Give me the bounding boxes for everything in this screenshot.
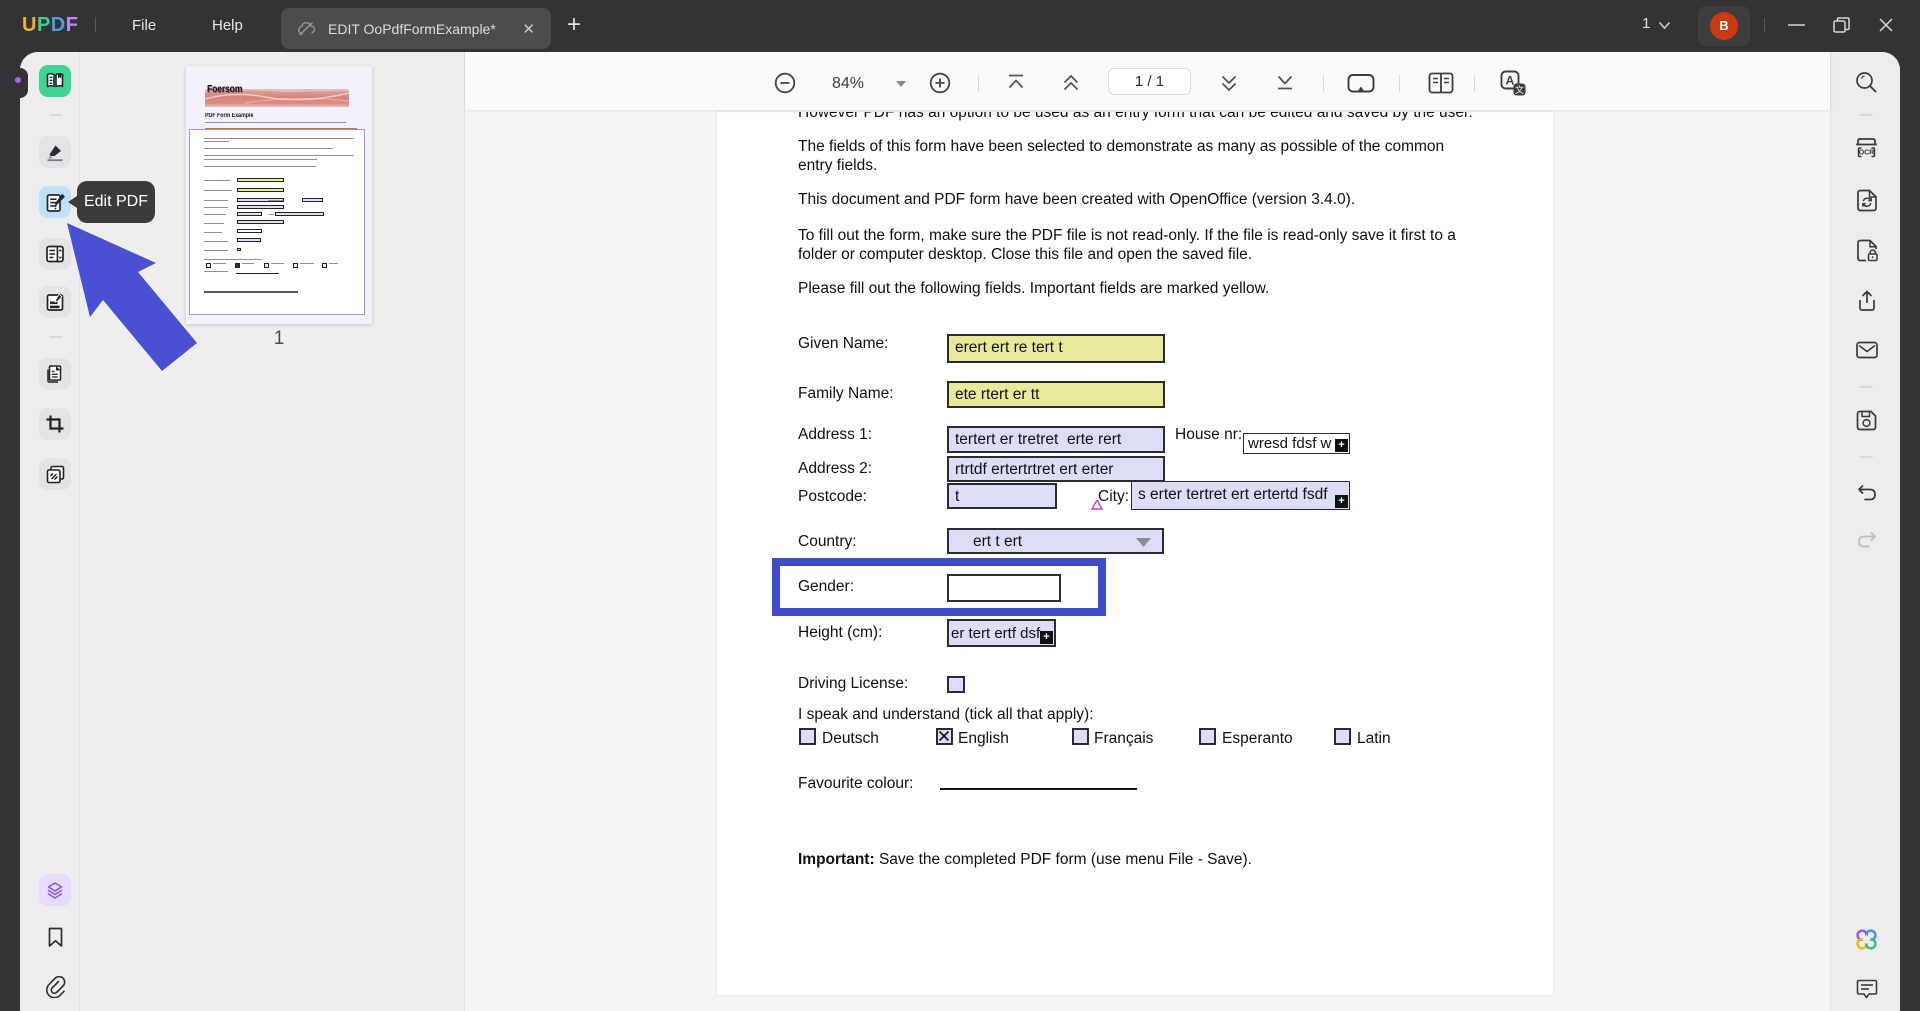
- svg-text:A: A: [1506, 74, 1515, 88]
- svg-text:OCR: OCR: [1859, 150, 1875, 157]
- svg-text:文: 文: [1515, 84, 1524, 95]
